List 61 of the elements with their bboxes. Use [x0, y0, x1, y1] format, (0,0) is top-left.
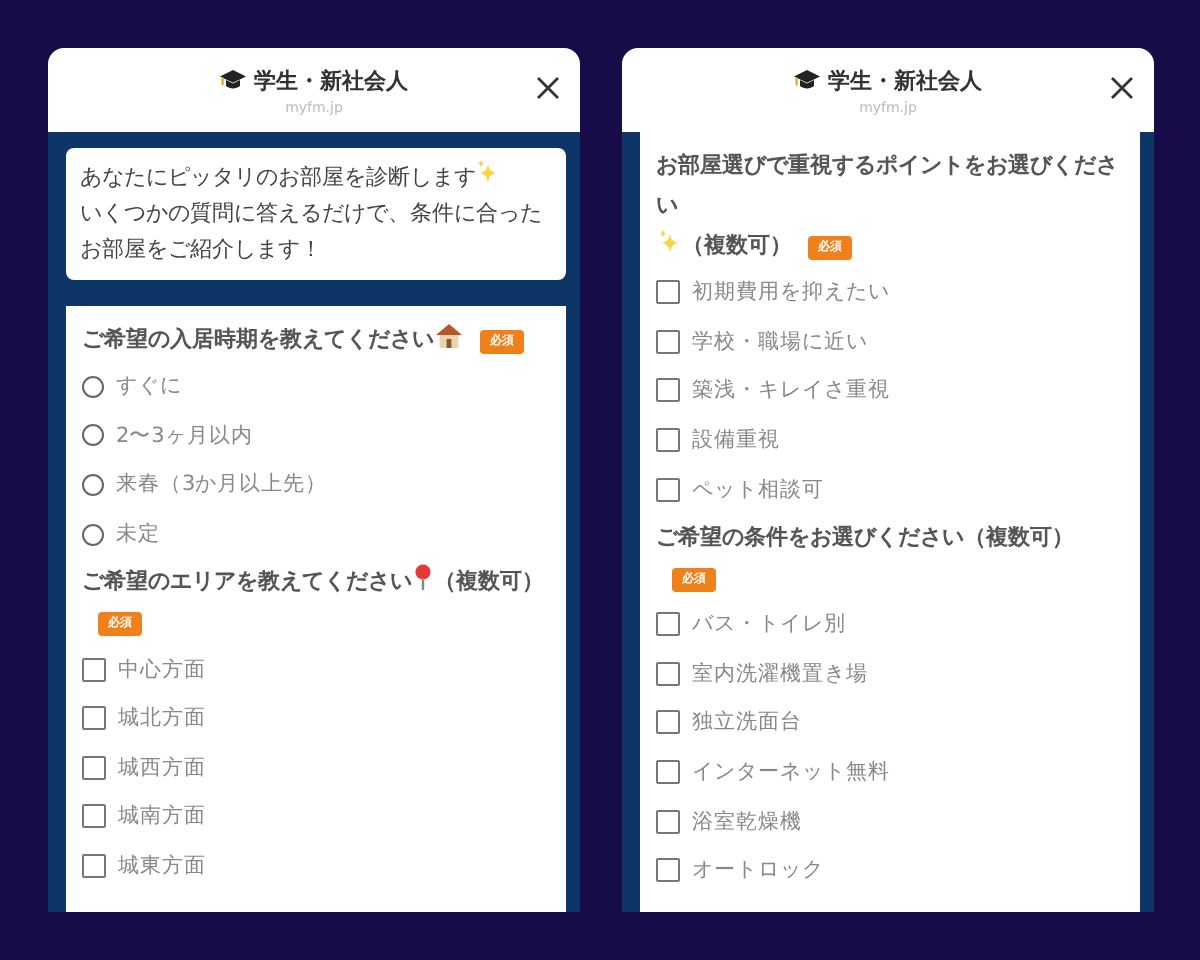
close-icon — [536, 76, 560, 100]
checkbox[interactable] — [656, 710, 680, 735]
sparkles-icon — [658, 230, 680, 254]
page-title: 学生・新社会人 — [254, 65, 408, 95]
checkbox[interactable] — [656, 612, 680, 637]
checkbox[interactable] — [82, 804, 106, 829]
checkbox-option[interactable]: 城西方面 — [82, 743, 550, 793]
house-icon — [436, 324, 462, 348]
checkbox[interactable] — [656, 809, 680, 834]
checkbox[interactable] — [656, 760, 680, 785]
checkbox-option[interactable]: インターネット無料 — [656, 747, 1124, 797]
checkbox[interactable] — [656, 858, 680, 883]
intro-text: あなたにピッタリのお部屋を診断します — [80, 164, 476, 190]
intro-text: いくつかの質問に答えるだけで、条件に合ったお部屋をご紹介します！ — [80, 200, 542, 262]
sparkles-icon — [476, 160, 498, 184]
graduation-cap-icon — [794, 69, 820, 91]
checkbox[interactable] — [656, 428, 680, 453]
radio-button[interactable] — [82, 473, 104, 496]
checkbox-option[interactable]: 城東方面 — [82, 841, 550, 891]
checkbox-option[interactable]: ペット相談可 — [656, 464, 1124, 514]
checkbox-option[interactable]: オートロック — [656, 845, 1124, 896]
checkbox-option[interactable]: 中心方面 — [82, 644, 550, 694]
radio-button[interactable] — [82, 375, 104, 398]
checkbox-option[interactable]: 浴室乾燥機 — [656, 796, 1124, 846]
pin-icon — [414, 564, 432, 591]
checkbox-option[interactable]: 城北方面 — [82, 693, 550, 744]
checkbox[interactable] — [82, 657, 106, 682]
checkbox-option[interactable]: 城南方面 — [82, 792, 550, 842]
multiple-choice-note: （複数可） — [964, 523, 1074, 550]
checkbox-option[interactable]: 独立洗面台 — [656, 698, 1124, 748]
radio-option[interactable]: 2〜3ヶ月以内 — [82, 411, 550, 461]
checkbox-option[interactable]: 初期費用を抑えたい — [656, 268, 1124, 318]
radio-option[interactable]: すぐに — [82, 362, 550, 412]
page-title: 学生・新社会人 — [828, 65, 982, 95]
checkbox[interactable] — [82, 706, 106, 731]
question-text: ご希望の条件をお選びください — [656, 521, 964, 554]
checkbox[interactable] — [82, 854, 106, 879]
radio-option[interactable]: 未定 — [82, 509, 550, 559]
radio-button[interactable] — [82, 523, 104, 546]
question-text: ご希望の入居時期を教えてください — [82, 324, 434, 356]
multiple-choice-note: （複数可） — [682, 232, 792, 258]
checkbox-option[interactable]: 築浅・キレイさ重視 — [656, 366, 1124, 416]
graduation-cap-icon — [220, 69, 246, 91]
checkbox[interactable] — [656, 477, 680, 502]
checkbox-option[interactable]: バス・トイレ別 — [656, 599, 1124, 650]
question-text: ご希望のエリアを教えてください — [82, 566, 412, 599]
close-icon — [1110, 76, 1134, 100]
radio-option[interactable]: 来春（3か月以上先） — [82, 460, 550, 510]
checkbox-option[interactable]: 室内洗濯機置き場 — [656, 649, 1124, 699]
question-text: お部屋選びで重視するポイントをお選びください — [656, 150, 1120, 222]
checkbox[interactable] — [656, 661, 680, 686]
close-button[interactable] — [532, 72, 564, 104]
checkbox-option[interactable]: 学校・職場に近い — [656, 317, 1124, 367]
checkbox[interactable] — [656, 329, 680, 354]
checkbox[interactable] — [82, 755, 106, 780]
checkbox-option[interactable]: 設備重視 — [656, 415, 1124, 465]
radio-button[interactable] — [82, 424, 104, 447]
close-button[interactable] — [1106, 72, 1138, 104]
multiple-choice-note: （複数可） — [434, 568, 544, 595]
checkbox[interactable] — [656, 378, 680, 403]
checkbox[interactable] — [656, 280, 680, 305]
